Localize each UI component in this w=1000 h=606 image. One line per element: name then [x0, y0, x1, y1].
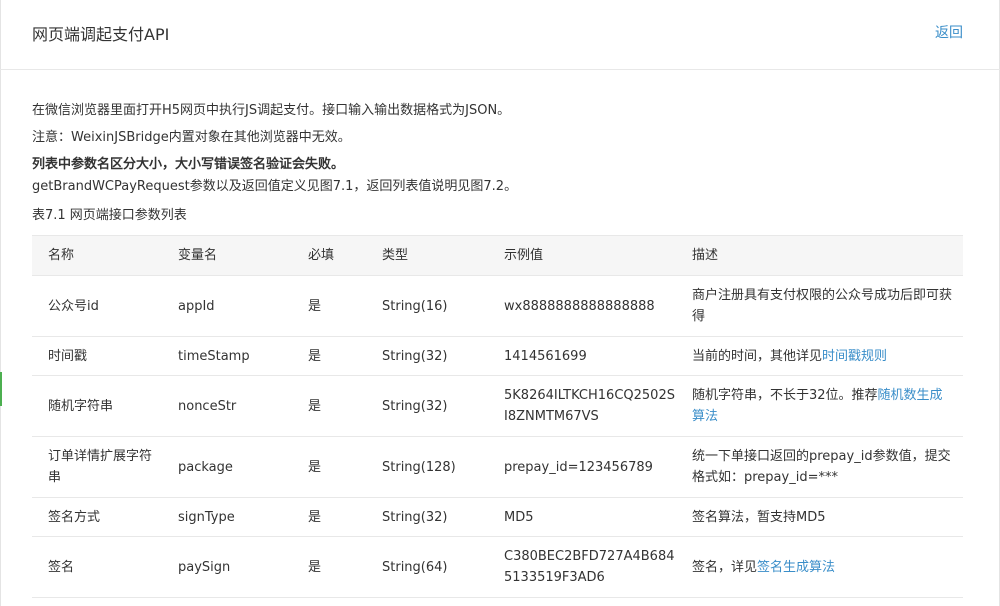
cell-example: prepay_id=123456789 [488, 436, 676, 498]
cell-var: package [162, 436, 292, 498]
scroll-indicator [0, 372, 2, 406]
desc-text: 统一下单接口返回的prepay_id参数值，提交格式如：prepay_id=**… [692, 449, 951, 485]
col-header-type: 类型 [366, 235, 488, 276]
desc-text: 随机字符串，不长于32位。推荐 [692, 388, 878, 403]
cell-required: 是 [292, 436, 366, 498]
table-row: 随机字符串 nonceStr 是 String(32) 5K8264ILTKCH… [32, 375, 963, 437]
intro-line-1: 在微信浏览器里面打开H5网页中执行JS调起支付。接口输入输出数据格式为JSON。 [32, 103, 511, 118]
table-caption: 表7.1 网页端接口参数列表 [32, 208, 187, 223]
table-row: 订单详情扩展字符串 package 是 String(128) prepay_i… [32, 436, 963, 498]
intro-line-4: getBrandWCPayRequest参数以及返回值定义见图7.1，返回列表值… [32, 179, 518, 194]
table-row: 签名方式 signType 是 String(32) MD5 签名算法，暂支持M… [32, 497, 963, 537]
cell-example: C380BEC2BFD727A4B6845133519F3AD6 [488, 536, 676, 598]
desc-text: 签名，详见 [692, 559, 758, 575]
cell-var: paySign [162, 536, 292, 598]
cell-desc: 当前的时间，其他详见时间戳规则 [676, 336, 963, 376]
cell-example: MD5 [488, 497, 676, 537]
cell-required: 是 [292, 375, 366, 437]
cell-type: String(128) [366, 436, 488, 498]
col-header-desc: 描述 [676, 235, 963, 276]
sign-algorithm-link[interactable]: 签名生成算法 [757, 560, 835, 575]
cell-desc: 签名，详见签名生成算法 [676, 536, 963, 598]
cell-name: 订单详情扩展字符串 [32, 436, 162, 498]
timestamp-rule-link[interactable]: 时间戳规则 [822, 349, 887, 364]
table-row: 公众号id appId 是 String(16) wx8888888888888… [32, 275, 963, 337]
cell-name: 时间戳 [32, 336, 162, 376]
col-header-var: 变量名 [162, 235, 292, 276]
cell-example: 5K8264ILTKCH16CQ2502SI8ZNMTM67VS [488, 375, 676, 437]
cell-desc: 商户注册具有支付权限的公众号成功后即可获得 [676, 275, 963, 337]
params-table: 名称 变量名 必填 类型 示例值 描述 公众号id appId 是 String… [32, 235, 963, 598]
cell-var: appId [162, 275, 292, 337]
table-row: 时间戳 timeStamp 是 String(32) 1414561699 当前… [32, 336, 963, 376]
cell-var: timeStamp [162, 336, 292, 376]
back-link[interactable]: 返回 [935, 22, 963, 42]
cell-name: 签名方式 [32, 497, 162, 537]
cell-desc: 统一下单接口返回的prepay_id参数值，提交格式如：prepay_id=**… [676, 436, 963, 498]
cell-type: String(64) [366, 536, 488, 598]
page-header: 网页端调起支付API 返回 [0, 0, 1000, 70]
intro-line-3-bold: 列表中参数名区分大小，大小写错误签名验证会失败。 [32, 157, 345, 172]
desc-text: 当前的时间，其他详见 [692, 348, 823, 364]
col-header-example: 示例值 [488, 235, 676, 276]
cell-type: String(16) [366, 275, 488, 337]
cell-required: 是 [292, 497, 366, 537]
desc-text: 商户注册具有支付权限的公众号成功后即可获得 [692, 288, 953, 324]
cell-example: wx8888888888888888 [488, 275, 676, 337]
page-title: 网页端调起支付API [32, 25, 170, 44]
col-header-name: 名称 [32, 235, 162, 276]
cell-type: String(32) [366, 497, 488, 537]
cell-example: 1414561699 [488, 336, 676, 376]
cell-var: nonceStr [162, 375, 292, 437]
desc-text: 签名算法，暂支持MD5 [692, 509, 826, 525]
cell-required: 是 [292, 275, 366, 337]
cell-desc: 签名算法，暂支持MD5 [676, 497, 963, 537]
table-header-row: 名称 变量名 必填 类型 示例值 描述 [32, 235, 963, 276]
cell-required: 是 [292, 336, 366, 376]
cell-type: String(32) [366, 336, 488, 376]
cell-type: String(32) [366, 375, 488, 437]
table-row: 签名 paySign 是 String(64) C380BEC2BFD727A4… [32, 536, 963, 598]
cell-name: 签名 [32, 536, 162, 598]
col-header-required: 必填 [292, 235, 366, 276]
cell-var: signType [162, 497, 292, 537]
cell-desc: 随机字符串，不长于32位。推荐随机数生成算法 [676, 375, 963, 437]
cell-name: 公众号id [32, 275, 162, 337]
cell-name: 随机字符串 [32, 375, 162, 437]
cell-required: 是 [292, 536, 366, 598]
intro-line-2: 注意：WeixinJSBridge内置对象在其他浏览器中无效。 [32, 130, 351, 145]
